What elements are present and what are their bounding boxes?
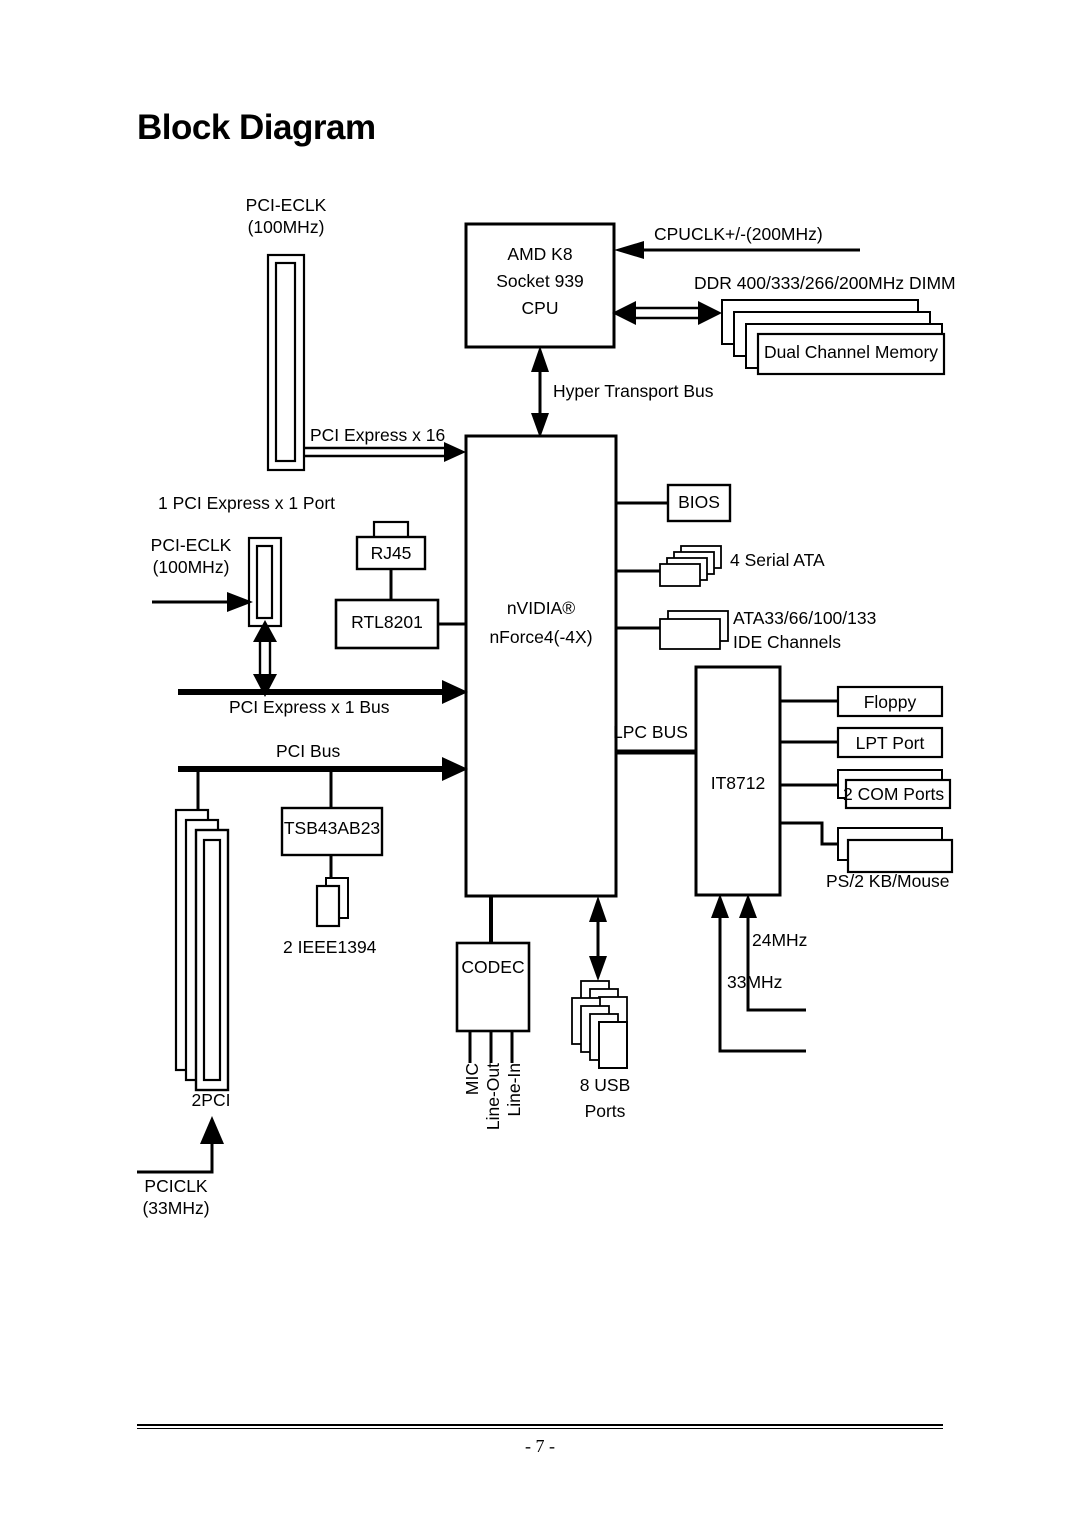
pciclk-line2: (33MHz) [142,1197,210,1218]
cpu-label-line2: Socket 939 [496,271,584,292]
chipset-label-line1: nVIDIA® [506,598,576,618]
pci-eclk-top-label: PCI-ECLK (100MHz) [236,195,336,239]
cpu-block-label: AMD K8 Socket 939 CPU [466,241,614,322]
pci-slots-label: 2PCI [191,1090,231,1110]
ide-channels-label: ATA33/66/100/133 IDE Channels [733,607,876,654]
pci-eclk-mid-label: PCI-ECLK (100MHz) [141,535,241,579]
pcie-x1-slot-bus-line [253,620,277,697]
ide-label-line2: IDE Channels [733,631,841,652]
pcie-x1-port-label: 1 PCI Express x 1 Port [158,493,336,513]
usb-label-line1: 8 USB [579,1075,631,1095]
footer-divider [137,1424,943,1426]
cpuclk-label: CPUCLK+/-(200MHz) [654,224,823,244]
lpt-block-label: LPT Port [855,733,925,753]
ieee1394-label: 2 IEEE1394 [283,937,377,957]
chipset-block-label: nVIDIA® nForce4(-4X) [466,594,616,652]
bios-block-label: BIOS [678,492,720,512]
superio-block-label: IT8712 [710,773,766,793]
ddr-dimm-label: DDR 400/333/266/200MHz DIMM [694,273,956,293]
audio-mic-label: MIC [462,1063,482,1096]
cpu-memory-bus [612,301,722,325]
hyper-transport-label: Hyper Transport Bus [553,381,714,401]
footer-divider-thin [137,1428,943,1429]
ps2-label: PS/2 KB/Mouse [826,871,950,891]
floppy-block-label: Floppy [863,692,917,712]
firewire-block-label: TSB43AB23 [283,818,381,838]
ide-stack-shape [659,610,729,650]
hyper-transport-bus-line [531,346,549,438]
pciclk-label: PCICLK (33MHz) [122,1176,230,1220]
pci-eclk-top-line1: PCI-ECLK [245,195,327,215]
rj45-block-label: RJ45 [370,543,412,563]
pcie-x1-slot-shape [247,536,283,628]
serial-ata-label: 4 Serial ATA [730,550,825,570]
ps2-connector-line [780,821,838,846]
block-diagram-canvas [137,222,954,1174]
cpu-label-line1: AMD K8 [507,244,573,264]
pci-eclk-mid-line1: PCI-ECLK [150,535,232,555]
pcie-x16-slot-shape [266,253,306,472]
pci-bus-label: PCI Bus [276,741,341,761]
usb-bus-line [589,896,607,981]
audio-linein-label: Line-In [504,1063,524,1117]
usb-label-line2: Ports [584,1101,626,1122]
chipset-label-line2: nForce4(-4X) [489,626,593,647]
pciclk-line1: PCICLK [144,1176,208,1196]
ide-label-line1: ATA33/66/100/133 [733,608,877,628]
page-root: Block Diagram PCI-ECLK (100MHz) AMD K8 S… [0,0,1080,1532]
pci-eclk-mid-line [152,592,253,612]
pci-slots-shape [174,808,230,1092]
memory-block-label: Dual Channel Memory [763,342,939,362]
lpc-bus-label: LPC BUS [613,722,688,742]
pci-eclk-mid-line2: (100MHz) [152,556,230,577]
clk-24mhz-label: 24MHz [752,930,808,950]
serial-ata-stack-shape [659,545,722,587]
usb-ports-label: 8 USB Ports [546,1072,664,1125]
chipset-block-shape [464,434,618,898]
page-number: - 7 - [525,1436,555,1456]
clk-33mhz-label: 33MHz [727,972,783,992]
pcie-x16-label: PCI Express x 16 [310,425,446,445]
com-ports-label: 2 COM Ports [843,784,945,804]
pci-eclk-top-line2: (100MHz) [247,216,325,237]
ieee1394-ports-shape [315,877,349,928]
pciclk-line [137,1116,224,1174]
cpu-label-line3: CPU [521,298,559,319]
audio-lineout-label: Line-Out [483,1063,503,1131]
codec-block-label: CODEC [461,957,525,977]
rtl8201-block-label: RTL8201 [351,612,423,632]
ps2-stack-shape [837,827,954,874]
usb-ports-stack-shape [571,980,628,1069]
pcie-x1-bus-label: PCI Express x 1 Bus [229,697,390,717]
